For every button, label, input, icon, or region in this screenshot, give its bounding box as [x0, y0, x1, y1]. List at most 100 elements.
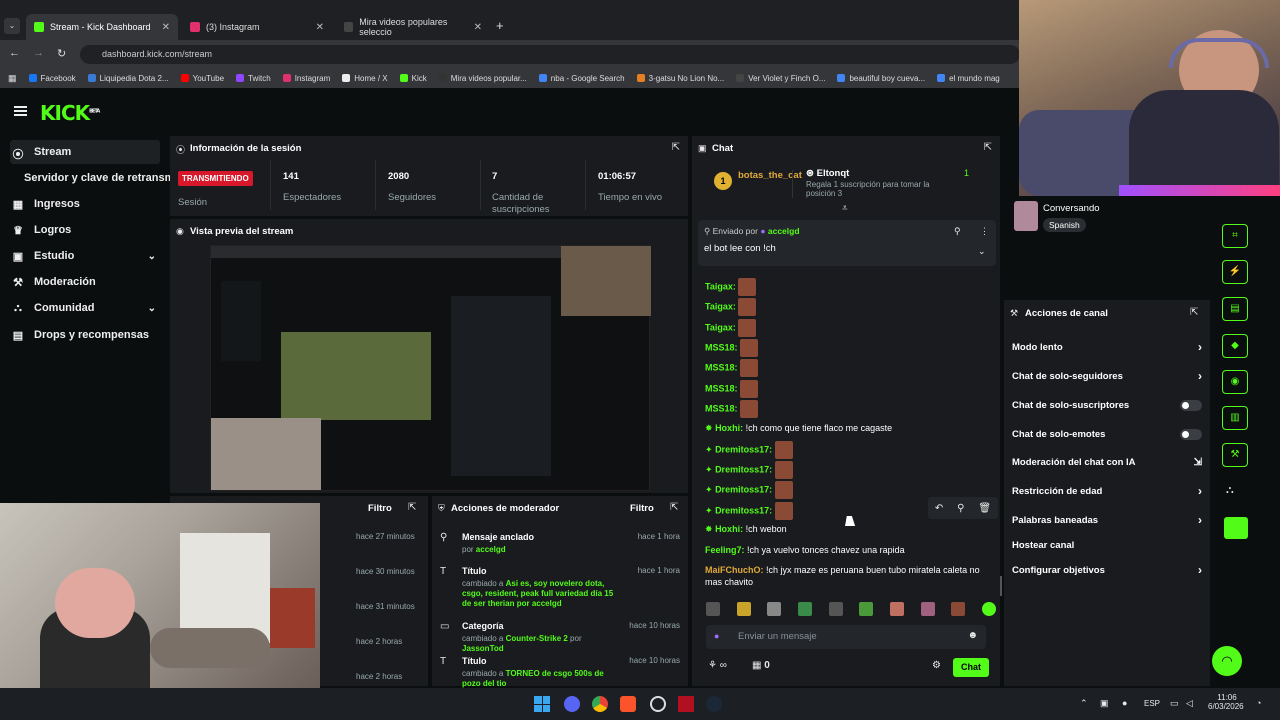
brave-icon[interactable]: [620, 696, 636, 712]
bookmark-item[interactable]: Facebook: [28, 74, 76, 83]
notifications-icon[interactable]: ◔: [1256, 698, 1261, 708]
tab-instagram[interactable]: (3) Instagram ✕: [182, 14, 332, 40]
emote-icon[interactable]: [889, 602, 904, 616]
infinity-counter[interactable]: ⚘ ∞: [708, 660, 727, 671]
url-input[interactable]: dashboard.kick.com/stream: [80, 45, 1020, 64]
sidebar-item[interactable]: ♛ Logros: [10, 218, 160, 242]
emote-icon[interactable]: [797, 602, 812, 616]
chat-message[interactable]: ✦ Dremitoss17:: [705, 502, 985, 520]
windows-start-icon[interactable]: [534, 696, 550, 712]
sidebar-item[interactable]: ▤ Drops y recompensas: [10, 323, 160, 347]
pin-icon[interactable]: ⚲: [954, 226, 961, 237]
steam-icon[interactable]: [706, 696, 722, 712]
pinned-message[interactable]: ⚲ Enviado por ● accelgd el bot lee con !…: [698, 220, 996, 266]
channel-action-item[interactable]: Modo lento ›: [1012, 337, 1202, 357]
channel-action-item[interactable]: Configurar objetivos ›: [1012, 560, 1202, 580]
chat-message[interactable]: Feeling7: !ch ya vuelvo tonces chavez un…: [705, 544, 985, 556]
emote-icon[interactable]: [981, 602, 996, 616]
emote-icon[interactable]: [920, 602, 935, 616]
chevron-down-icon[interactable]: ⌄: [978, 246, 986, 257]
popout-icon[interactable]: ⇱: [672, 142, 680, 153]
reload-icon[interactable]: ↻: [57, 47, 66, 60]
chat-message[interactable]: MSS18:: [705, 359, 985, 377]
sidebar-item[interactable]: ⛬ Comunidad ⌄: [10, 296, 160, 320]
chat-message[interactable]: ✦ Dremitoss17:: [705, 441, 985, 459]
new-tab-button[interactable]: +: [496, 18, 504, 33]
emote-icon[interactable]: [828, 602, 843, 616]
people-icon[interactable]: ⛬: [1226, 484, 1234, 497]
channel-action-item[interactable]: Palabras baneadas ›: [1012, 510, 1202, 530]
channel-action-item[interactable]: Chat de solo-emotes: [1012, 424, 1202, 444]
wrench-icon[interactable]: ⚒: [1222, 443, 1248, 467]
chat-message[interactable]: Taigax:: [705, 319, 985, 337]
close-tab-icon[interactable]: ✕: [474, 22, 482, 33]
close-tab-icon[interactable]: ✕: [162, 22, 170, 33]
chat-bubble-icon[interactable]: ◆: [1222, 334, 1248, 358]
mod-action-item[interactable]: ▭ Categoría cambiado a Counter-Strike 2 …: [440, 621, 680, 654]
language-indicator[interactable]: ESP: [1144, 699, 1160, 708]
sidebar-item[interactable]: ▣ Estudio ⌄: [10, 244, 160, 268]
bookmark-item[interactable]: nba - Google Search: [538, 74, 625, 83]
bookmark-item[interactable]: Instagram: [282, 74, 330, 83]
send-chat-button[interactable]: Chat: [953, 658, 989, 677]
support-headset-icon[interactable]: ◠: [1212, 646, 1242, 676]
chrome-icon[interactable]: [592, 696, 608, 712]
stream-preview-video[interactable]: [210, 245, 651, 491]
kick-logo[interactable]: KICKBETA: [40, 101, 100, 125]
bookmark-item[interactable]: Twitch: [236, 74, 271, 83]
hamburger-menu-icon[interactable]: [14, 106, 27, 116]
sidebar-item[interactable]: Servidor y clave de retransm: [10, 166, 174, 190]
popout-icon[interactable]: ⇱: [984, 142, 992, 153]
chat-scrollbar[interactable]: [1000, 576, 1002, 596]
game-app-icon[interactable]: [678, 696, 694, 712]
popout-icon[interactable]: ⇱: [670, 502, 678, 513]
sidebar-item[interactable]: ⚒ Moderación: [10, 270, 160, 294]
lightning-icon[interactable]: ⚡: [1222, 260, 1248, 284]
channel-action-item[interactable]: Chat de solo-suscriptores: [1012, 395, 1202, 415]
chest-counter[interactable]: ▦ 0: [752, 660, 770, 671]
discord-icon[interactable]: [564, 696, 580, 712]
mic-icon[interactable]: ●: [1122, 698, 1127, 708]
chat-message[interactable]: ✸ Hoxhi: !ch como que tiene flaco me cag…: [705, 422, 985, 434]
bookmark-item[interactable]: el mundo mag: [937, 74, 1000, 83]
emote-icon[interactable]: [859, 602, 874, 616]
mod-action-item[interactable]: T Título cambiado a Asi es, soy novelero…: [440, 566, 680, 609]
channel-action-item[interactable]: Moderación del chat con IA ⇲: [1012, 452, 1202, 472]
close-tab-icon[interactable]: ✕: [316, 22, 324, 33]
emote-icon[interactable]: [736, 602, 751, 616]
chat-message[interactable]: Taigax:: [705, 298, 985, 316]
tab-kick-dashboard[interactable]: Stream - Kick Dashboard ✕: [26, 14, 178, 40]
layout-icon[interactable]: ▥: [1222, 406, 1248, 430]
activity-filter-button[interactable]: Filtro: [368, 503, 392, 514]
forward-icon[interactable]: →: [33, 47, 44, 59]
bookmark-item[interactable]: Ver Violet y Finch O...: [736, 74, 825, 83]
back-icon[interactable]: ←: [9, 47, 20, 59]
bookmark-item[interactable]: 3-gatsu No Lion No...: [636, 74, 724, 83]
emote-icon[interactable]: [951, 602, 966, 616]
green-app-icon[interactable]: [1224, 517, 1248, 539]
volume-icon[interactable]: ◁: [1186, 698, 1193, 709]
chat-input[interactable]: ● Enviar un mensaje ☻: [706, 625, 986, 649]
apps-grid-icon[interactable]: ▦: [8, 73, 17, 84]
tab-list-button[interactable]: ⌄: [4, 18, 20, 34]
chat-message[interactable]: MaiFChuchO: !ch jyx maze es peruana buen…: [705, 564, 985, 588]
channel-action-item[interactable]: Hostear canal: [1012, 535, 1202, 555]
chat-message[interactable]: Taigax:: [705, 278, 985, 296]
network-icon[interactable]: ▭: [1170, 698, 1179, 709]
settings-gear-icon[interactable]: ⚙: [932, 660, 941, 671]
toggle-switch[interactable]: [1180, 399, 1202, 411]
emote-icon[interactable]: [767, 602, 782, 616]
tray-chevron-icon[interactable]: ⌃: [1080, 698, 1088, 709]
chat-message[interactable]: MSS18:: [705, 400, 985, 418]
mod-action-item[interactable]: T Título cambiado a TORNEO de csgo 500s …: [440, 656, 680, 689]
chat-message[interactable]: ✦ Dremitoss17:: [705, 461, 985, 479]
tab-videos[interactable]: Mira videos populares seleccio ✕: [336, 14, 490, 40]
sidebar-item[interactable]: ⦿ Stream: [10, 140, 160, 164]
sidebar-item[interactable]: ▦ Ingresos: [10, 192, 160, 216]
emote-icon[interactable]: [706, 602, 720, 616]
more-options-icon[interactable]: ⋮: [980, 226, 989, 237]
emoji-picker-icon[interactable]: ☻: [967, 630, 978, 641]
bookmark-item[interactable]: Kick: [399, 74, 427, 83]
chat-message[interactable]: MSS18:: [705, 339, 985, 357]
page-icon[interactable]: ▤: [1222, 297, 1248, 321]
